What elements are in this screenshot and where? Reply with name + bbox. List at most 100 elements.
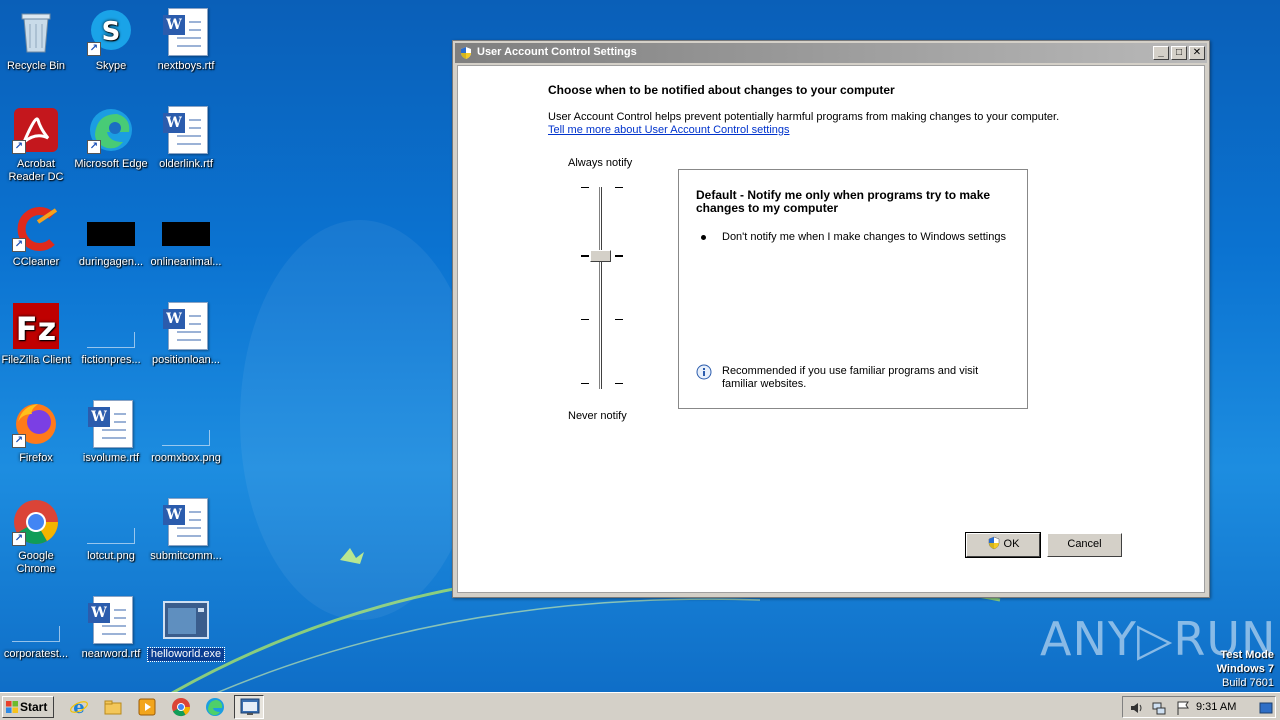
slider-tick — [581, 255, 589, 257]
desktop-icon-chrome[interactable]: ↗ Google Chrome — [0, 492, 74, 584]
window-titlebar[interactable]: User Account Control Settings _ □ ✕ — [455, 43, 1207, 63]
desktop-icon-submitcomm[interactable]: W submitcomm... — [148, 492, 224, 584]
taskbar-uac-window-button[interactable] — [234, 695, 264, 719]
uac-settings-window: User Account Control Settings _ □ ✕ Choo… — [452, 40, 1210, 598]
slider-thumb[interactable] — [590, 250, 611, 262]
word-document-icon: W — [162, 8, 210, 56]
svg-text:Fz: Fz — [16, 310, 56, 348]
chrome-icon[interactable] — [171, 697, 191, 717]
file-thumbnail-icon — [162, 400, 210, 448]
slider-top-label: Always notify — [568, 157, 633, 169]
maximize-button[interactable]: □ — [1171, 46, 1187, 60]
file-thumbnail-icon — [12, 596, 60, 644]
desktop-icon-label: Skype — [95, 60, 127, 72]
edge-icon[interactable] — [205, 697, 225, 717]
file-thumbnail-icon — [87, 204, 135, 252]
desktop-icon-ccleaner[interactable]: ↗ CCleaner — [0, 198, 74, 290]
test-mode-label: Test Mode — [1220, 649, 1274, 661]
desktop-icon-firefox[interactable]: ↗ Firefox — [0, 394, 74, 486]
desktop-icon-label: roomxbox.png — [151, 452, 221, 464]
desktop-icon-label: Recycle Bin — [6, 60, 66, 72]
cancel-button[interactable]: Cancel — [1047, 533, 1122, 557]
desktop-icon-nearword[interactable]: W nearword.rtf — [73, 590, 149, 682]
minimize-button[interactable]: _ — [1153, 46, 1169, 60]
desktop-icon-label: FileZilla Client — [1, 354, 71, 366]
shortcut-arrow-icon: ↗ — [12, 434, 26, 448]
desktop-icon-label: onlineanimal... — [150, 256, 222, 268]
word-document-icon: W — [162, 498, 210, 546]
desktop-icon-label: fictionpres... — [81, 354, 141, 366]
level-description-box: Default - Notify me only when programs t… — [678, 169, 1028, 409]
action-center-flag-icon[interactable] — [1175, 700, 1191, 716]
info-icon — [696, 364, 712, 380]
slider-tick — [615, 319, 623, 320]
chrome-icon: ↗ — [12, 498, 60, 546]
word-document-icon: W — [162, 106, 210, 154]
desktop-icon-duringagen[interactable]: duringagen... — [73, 198, 149, 290]
network-icon[interactable] — [1151, 700, 1167, 716]
desktop-icon-fictionpres[interactable]: fictionpres... — [73, 296, 149, 388]
desktop-icon-label: Google Chrome — [16, 550, 56, 575]
volume-icon[interactable] — [1129, 700, 1145, 716]
ok-button[interactable]: OK — [965, 532, 1041, 558]
desktop-icon-helloworld[interactable]: helloworld.exe — [147, 590, 225, 682]
dialog-content: Choose when to be notified about changes… — [457, 65, 1205, 593]
file-thumbnail-icon — [87, 498, 135, 546]
anyrun-watermark: ANY▷RUN — [1040, 612, 1277, 666]
desktop-icon-positionloan[interactable]: W positionloan... — [148, 296, 224, 388]
executable-icon — [162, 596, 210, 644]
uac-shield-icon — [461, 47, 471, 59]
svg-text:e: e — [73, 697, 84, 717]
desktop-icon-edge[interactable]: ↗ Microsoft Edge — [73, 100, 149, 192]
desktop-icon-label: corporatest... — [3, 648, 69, 660]
shortcut-arrow-icon: ↗ — [12, 238, 26, 252]
slider-tick — [615, 383, 623, 384]
svg-text:S: S — [102, 17, 121, 47]
desktop-icon-skype[interactable]: S ↗ Skype — [73, 2, 149, 94]
slider-track[interactable] — [599, 187, 602, 389]
desktop-icon-nextboys[interactable]: W nextboys.rtf — [148, 2, 224, 94]
recycle-bin-icon — [12, 8, 60, 56]
desktop-icon-recycle-bin[interactable]: Recycle Bin — [0, 2, 74, 94]
desktop-icon-lotcut[interactable]: lotcut.png — [73, 492, 149, 584]
filezilla-icon: Fz — [12, 302, 60, 350]
slider-tick — [581, 319, 589, 320]
uac-shield-icon — [988, 536, 999, 550]
windows-logo-icon — [6, 701, 18, 713]
desktop-icon-acrobat[interactable]: ↗ Acrobat Reader DC — [0, 100, 74, 192]
ok-label: OK — [1003, 538, 1020, 550]
dialog-heading: Choose when to be notified about changes… — [548, 83, 895, 97]
desktop-icon-label: submitcomm... — [150, 550, 222, 562]
explorer-icon[interactable] — [103, 697, 123, 717]
edge-icon: ↗ — [87, 106, 135, 154]
learn-more-link[interactable]: Tell me more about User Account Control … — [548, 124, 790, 136]
desktop-icon-roomxbox[interactable]: roomxbox.png — [148, 394, 224, 486]
clock[interactable]: 9:31 AM — [1196, 701, 1236, 713]
desktop-icon-corporatest[interactable]: corporatest... — [0, 590, 74, 682]
desktop-icon-label: Microsoft Edge — [74, 158, 148, 170]
desktop-icon-filezilla[interactable]: Fz FileZilla Client — [0, 296, 74, 388]
word-document-icon: W — [162, 302, 210, 350]
media-player-icon[interactable] — [137, 697, 157, 717]
shortcut-arrow-icon: ↗ — [87, 42, 101, 56]
dialog-description: User Account Control helps prevent poten… — [548, 111, 1060, 123]
start-label: Start — [20, 700, 48, 714]
uac-window-icon — [240, 698, 260, 715]
windows-version-label: Windows 7 — [1216, 663, 1274, 675]
desktop-icon-onlineanimal[interactable]: onlineanimal... — [148, 198, 224, 290]
desktop-icon-isvolume[interactable]: W isvolume.rtf — [73, 394, 149, 486]
desktop-icon-label: duringagen... — [78, 256, 144, 268]
level-bullet-text: Don't notify me when I make changes to W… — [722, 231, 1006, 243]
desktop-icon-olderlink[interactable]: W olderlink.rtf — [148, 100, 224, 192]
show-desktop-icon[interactable] — [1259, 701, 1273, 715]
taskbar: Start e 9:31 AM — [0, 692, 1280, 720]
close-button[interactable]: ✕ — [1189, 46, 1205, 60]
slider-tick — [581, 383, 589, 384]
start-button[interactable]: Start — [2, 696, 54, 718]
build-label: Build 7601 — [1222, 677, 1274, 689]
ie-icon[interactable]: e — [69, 697, 89, 717]
shortcut-arrow-icon: ↗ — [87, 140, 101, 154]
desktop-icon-label: nextboys.rtf — [157, 60, 215, 72]
desktop-icon-label: isvolume.rtf — [82, 452, 140, 464]
word-document-icon: W — [87, 596, 135, 644]
